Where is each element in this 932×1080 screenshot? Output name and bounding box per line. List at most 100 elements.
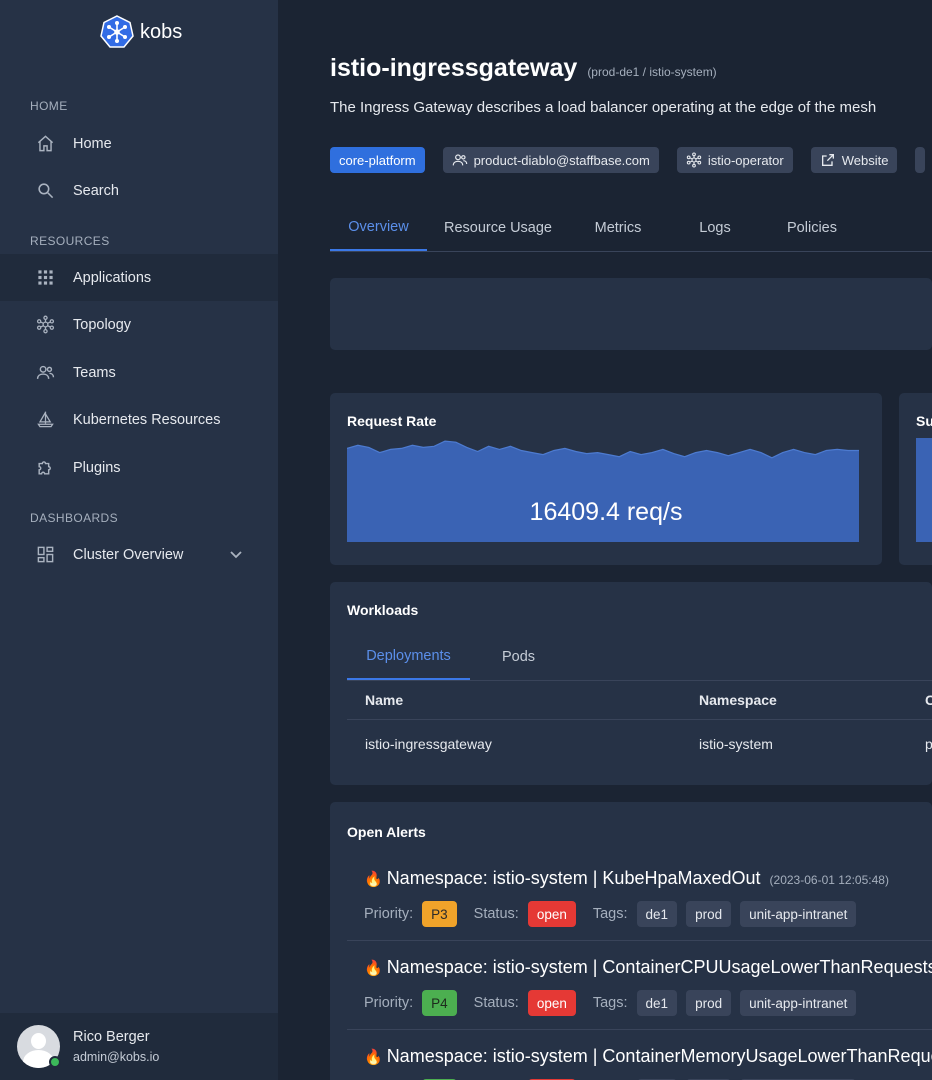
dashboard-icon [36,545,55,564]
section-label-dashboards: DASHBOARDS [30,511,119,525]
kubernetes-icon [36,410,55,429]
workloads-title: Workloads [347,602,419,618]
tag-chips: core-platform product-diablo@staffbase.c… [330,147,926,173]
sidebar-item-label: Home [73,135,112,152]
search-icon [36,181,55,200]
sidebar-item-cluster-overview[interactable]: Cluster Overview [0,531,278,578]
user-name: Rico Berger [73,1029,150,1045]
status-badge: open [527,901,576,927]
success-rate-chart [916,438,932,542]
status-badge: open [527,990,576,1016]
success-rate-card: Su [899,393,932,565]
plugin-icon [36,458,55,477]
page-title: istio-ingressgateway [330,54,578,82]
column-header-cluster[interactable]: C [925,681,932,719]
fire-icon: 🔥 [364,960,383,977]
sidebar-item-topology[interactable]: Topology [0,301,278,348]
kobs-logo-icon [100,15,134,48]
sidebar-item-label: Kubernetes Resources [73,411,221,428]
sidebar-item-applications[interactable]: Applications [0,254,278,301]
sidebar-item-teams[interactable]: Teams [0,349,278,396]
tab-policies[interactable]: Policies [763,204,861,251]
column-header-namespace[interactable]: Namespace [699,681,777,719]
section-label-home: HOME [30,99,68,113]
teams-icon [36,363,55,382]
tag-badge: unit-app-intranet [740,901,857,927]
fire-icon: 🔥 [364,871,383,888]
fire-icon: 🔥 [364,1049,383,1066]
tab-bar: Overview Resource Usage Metrics Logs Pol… [330,204,932,252]
status-label: Status: [473,995,519,1011]
apps-grid-icon [36,268,55,287]
tab-logs[interactable]: Logs [667,204,763,251]
tag-badge: de1 [636,990,678,1016]
home-icon [36,134,55,153]
table-header: Name Namespace C [347,681,932,720]
sidebar-item-label: Cluster Overview [73,546,184,563]
tag-badge: prod [686,990,732,1016]
sidebar-item-home[interactable]: Home [0,120,278,167]
cell-cluster: p [925,736,932,752]
column-header-name[interactable]: Name [365,681,403,719]
alert-name: Namespace: istio-system | KubeHpaMaxedOu… [386,868,761,888]
user-profile[interactable]: Rico Berger admin@kobs.io [0,1013,278,1080]
tag-badge: de1 [636,901,678,927]
chip-core-platform[interactable]: core-platform [330,147,425,173]
workloads-tab-bar: Deployments Pods [347,633,932,681]
sidebar-item-search[interactable]: Search [0,167,278,214]
chip-website[interactable]: Website [810,147,898,173]
sidebar-item-kubernetes-resources[interactable]: Kubernetes Resources [0,396,278,443]
success-rate-title: Su [916,413,932,429]
user-email: admin@kobs.io [73,1050,160,1064]
sidebar-item-label: Search [73,182,119,199]
tab-overview[interactable]: Overview [330,204,427,251]
alert-name: Namespace: istio-system | ContainerCPUUs… [386,957,932,977]
tab-metrics[interactable]: Metrics [569,204,667,251]
tab-pods[interactable]: Pods [470,633,567,680]
request-rate-card: Request Rate 16409.4 req/s [330,393,882,565]
cell-name: istio-ingressgateway [365,736,492,752]
open-alerts-card: Open Alerts 🔥 Namespace: istio-system | … [330,802,932,1080]
online-status-indicator [49,1056,61,1068]
main-content: istio-ingressgateway (prod-de1 / istio-s… [330,0,932,1080]
alert-name: Namespace: istio-system | ContainerMemor… [386,1046,932,1066]
sidebar: kobs HOME Home Search RESOURCES Applicat… [0,0,278,1080]
status-label: Status: [473,906,519,922]
chip-more[interactable] [915,147,926,173]
priority-badge: P3 [422,901,457,927]
priority-label: Priority: [364,906,414,922]
page-subtitle: (prod-de1 / istio-system) [587,65,717,79]
alert-item[interactable]: 🔥 Namespace: istio-system | KubeHpaMaxed… [347,868,932,941]
alert-item[interactable]: 🔥 Namespace: istio-system | ContainerCPU… [347,957,932,1030]
cell-namespace: istio-system [699,736,773,752]
brand-name: kobs [140,20,183,43]
tag-badge: prod [686,901,732,927]
tag-badge: unit-app-intranet [740,990,857,1016]
request-rate-title: Request Rate [347,413,437,429]
alert-item[interactable]: 🔥 Namespace: istio-system | ContainerMem… [347,1046,932,1080]
alert-time: (2023-06-01 12:05:48) [769,873,889,887]
topology-icon [36,315,55,334]
tab-resource-usage[interactable]: Resource Usage [427,204,569,251]
section-label-resources: RESOURCES [30,234,110,248]
sidebar-item-label: Teams [73,364,116,381]
open-alerts-title: Open Alerts [347,824,426,840]
page-description: The Ingress Gateway describes a load bal… [330,99,877,116]
brand-logo[interactable]: kobs [100,15,182,49]
external-link-icon [821,154,834,166]
table-row[interactable]: istio-ingressgateway istio-system p [347,720,932,768]
chevron-down-icon[interactable] [228,546,244,562]
request-rate-value: 16409.4 req/s [529,498,683,526]
chip-team[interactable]: product-diablo@staffbase.com [442,147,659,173]
team-icon [452,154,467,166]
topology-icon [686,152,702,168]
tab-deployments[interactable]: Deployments [347,633,470,680]
tags-label: Tags: [592,906,628,922]
sidebar-item-label: Plugins [73,459,121,476]
chip-istio-operator[interactable]: istio-operator [676,147,793,173]
sidebar-item-label: Topology [73,316,132,333]
info-panel [330,278,932,350]
sidebar-item-plugins[interactable]: Plugins [0,444,278,491]
priority-label: Priority: [364,995,414,1011]
sidebar-item-label: Applications [73,269,152,286]
